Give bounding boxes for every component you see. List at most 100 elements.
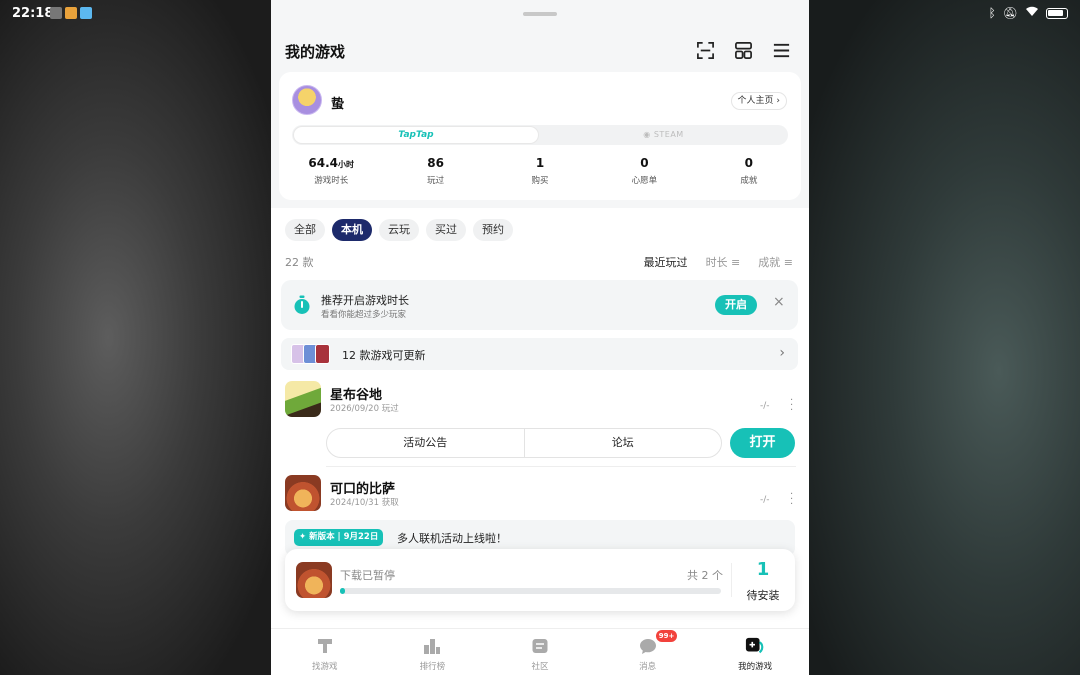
stat-label: 购买: [531, 176, 549, 186]
filter-chips: 全部 本机 云玩 买过 预约: [285, 219, 513, 241]
unread-badge: 99+: [655, 630, 678, 642]
stat-playtime[interactable]: 64.4小时 游戏时长: [279, 156, 383, 186]
download-game-icon: [296, 562, 332, 598]
stat-value: 64.4小时: [279, 156, 383, 170]
bluetooth-icon: ᛒ: [988, 6, 996, 20]
tab-label: 我的游戏: [738, 662, 773, 672]
platform-switch: TapTap ◉ STEAM: [292, 125, 788, 145]
tab-label: 消息: [639, 662, 657, 672]
page-title: 我的游戏: [285, 43, 346, 61]
more-vertical-icon[interactable]: · · ·: [790, 490, 793, 510]
filter-bought[interactable]: 买过: [426, 219, 466, 241]
stat-achievements[interactable]: 0 成就: [697, 156, 801, 186]
game-last-played: 2026/09/20 玩过: [330, 404, 399, 414]
game-name[interactable]: 可口的比萨: [330, 478, 395, 497]
platform-tab-steam-label: STEAM: [653, 130, 684, 139]
stat-played[interactable]: 86 玩过: [383, 156, 487, 186]
tab-community[interactable]: 社区: [486, 629, 594, 675]
scan-icon[interactable]: [695, 40, 715, 60]
sort-achievements[interactable]: 成就 ≡: [758, 254, 793, 270]
status-right: ᛒ 🔕︎: [989, 6, 1068, 20]
game-icon-pizza[interactable]: [285, 475, 321, 511]
banner-title: 推荐开启游戏时长: [321, 294, 409, 307]
tab-label: 社区: [531, 662, 549, 672]
my-games-icon: [745, 636, 765, 656]
background-left: [0, 0, 271, 675]
wifi-icon: [1025, 6, 1039, 20]
bottom-tab-bar: 找游戏 排行榜 社区 99+ 消息 我的游戏: [271, 628, 809, 675]
stat-label: 玩过: [427, 176, 445, 186]
close-icon[interactable]: ×: [773, 294, 785, 310]
platform-tab-steam[interactable]: ◉ STEAM: [540, 126, 787, 144]
pending-install-count[interactable]: 1: [737, 559, 789, 580]
profile-card: 蛰 个人主页 › TapTap ◉ STEAM 64.4小时 游戏时长 86 玩…: [279, 72, 801, 200]
game-actions: 活动公告 论坛: [326, 428, 722, 458]
tab-label: 找游戏: [312, 662, 338, 672]
filter-reserved[interactable]: 预约: [473, 219, 513, 241]
game-item: 可口的比萨 2024/10/31 获取 -/- · · ·: [285, 475, 797, 515]
gallery-app-icon: [50, 7, 62, 19]
mute-icon: 🔕︎: [1002, 6, 1018, 20]
more-vertical-icon[interactable]: · · ·: [790, 396, 793, 416]
battery-icon: [1046, 7, 1068, 19]
chevron-right-icon: ›: [779, 345, 785, 361]
game-acquired-date: 2024/10/31 获取: [330, 498, 399, 508]
game-progress-text: -/-: [760, 495, 770, 505]
stat-value: 0: [640, 156, 649, 170]
steam-icon: ◉: [643, 130, 651, 139]
download-card[interactable]: 下载已暂停 共 2 个 1 待安装: [285, 549, 795, 611]
weibo-app-icon: [65, 7, 77, 19]
find-games-icon: [315, 636, 335, 656]
game-progress-text: -/-: [760, 401, 770, 411]
filter-local[interactable]: 本机: [332, 219, 372, 241]
stat-purchased[interactable]: 1 购买: [488, 156, 592, 186]
tab-messages[interactable]: 99+ 消息: [594, 629, 702, 675]
stat-label: 心愿单: [631, 176, 658, 186]
timer-icon: [293, 295, 311, 315]
stat-label: 游戏时长: [314, 176, 349, 186]
open-game-button[interactable]: 打开: [730, 428, 795, 458]
homepage-button[interactable]: 个人主页 ›: [730, 92, 787, 110]
platform-tab-taptap[interactable]: TapTap: [293, 126, 539, 144]
enable-playtime-button[interactable]: 开启: [715, 295, 757, 315]
new-version-badge: ✦ 新版本 | 9月22日: [294, 529, 384, 546]
sort-duration[interactable]: 时长 ≡: [706, 254, 741, 270]
divider: [326, 466, 796, 467]
download-total: 共 2 个: [687, 569, 723, 582]
pending-install-label[interactable]: 待安装: [737, 587, 789, 603]
sort-options: 最近玩过 时长 ≡ 成就 ≡: [644, 254, 793, 270]
updates-row[interactable]: 12 款游戏可更新 ›: [281, 338, 798, 370]
drag-handle[interactable]: [523, 12, 557, 16]
background-right: [809, 0, 1080, 675]
tab-my-games[interactable]: 我的游戏: [701, 629, 809, 675]
tab-ranking[interactable]: 排行榜: [379, 629, 487, 675]
stat-label: 成就: [740, 176, 758, 186]
my-games-panel: 我的游戏 蛰 个人主页 › TapTap ◉ STEAM 64.4小时 游戏时长…: [271, 0, 809, 675]
layout-grid-icon[interactable]: [733, 40, 753, 60]
news-text: 多人联机活动上线啦！: [397, 532, 507, 545]
stat-value: 1: [535, 156, 545, 170]
status-app-icons: [50, 7, 92, 19]
filter-cloud[interactable]: 云玩: [379, 219, 419, 241]
game-name[interactable]: 星布谷地: [330, 384, 382, 403]
username[interactable]: 蛰: [331, 93, 344, 112]
playtime-banner: 推荐开启游戏时长 看看你能超过多少玩家 开启 ×: [281, 280, 798, 330]
forum-button[interactable]: 论坛: [523, 429, 722, 457]
ranking-icon: [422, 636, 442, 656]
sort-recent[interactable]: 最近玩过: [644, 254, 688, 270]
game-icon-stardew[interactable]: [285, 381, 321, 417]
game-list-section: 全部 本机 云玩 买过 预约 22 款 最近玩过 时长 ≡ 成就 ≡ 推荐开启游…: [271, 208, 809, 628]
filter-all[interactable]: 全部: [285, 219, 325, 241]
menu-icon[interactable]: [771, 40, 791, 60]
stat-wishlist[interactable]: 0 心愿单: [592, 156, 696, 186]
status-time: 22:18: [12, 6, 54, 21]
download-progress-bar: [340, 588, 721, 594]
stat-value: 0: [744, 156, 753, 170]
announcement-button[interactable]: 活动公告: [327, 429, 524, 457]
message-icon: [638, 636, 658, 656]
note-app-icon: [80, 7, 92, 19]
update-thumbnails: [291, 344, 330, 364]
avatar[interactable]: [292, 85, 322, 115]
tab-find-games[interactable]: 找游戏: [271, 629, 379, 675]
game-thumb: [315, 344, 330, 364]
